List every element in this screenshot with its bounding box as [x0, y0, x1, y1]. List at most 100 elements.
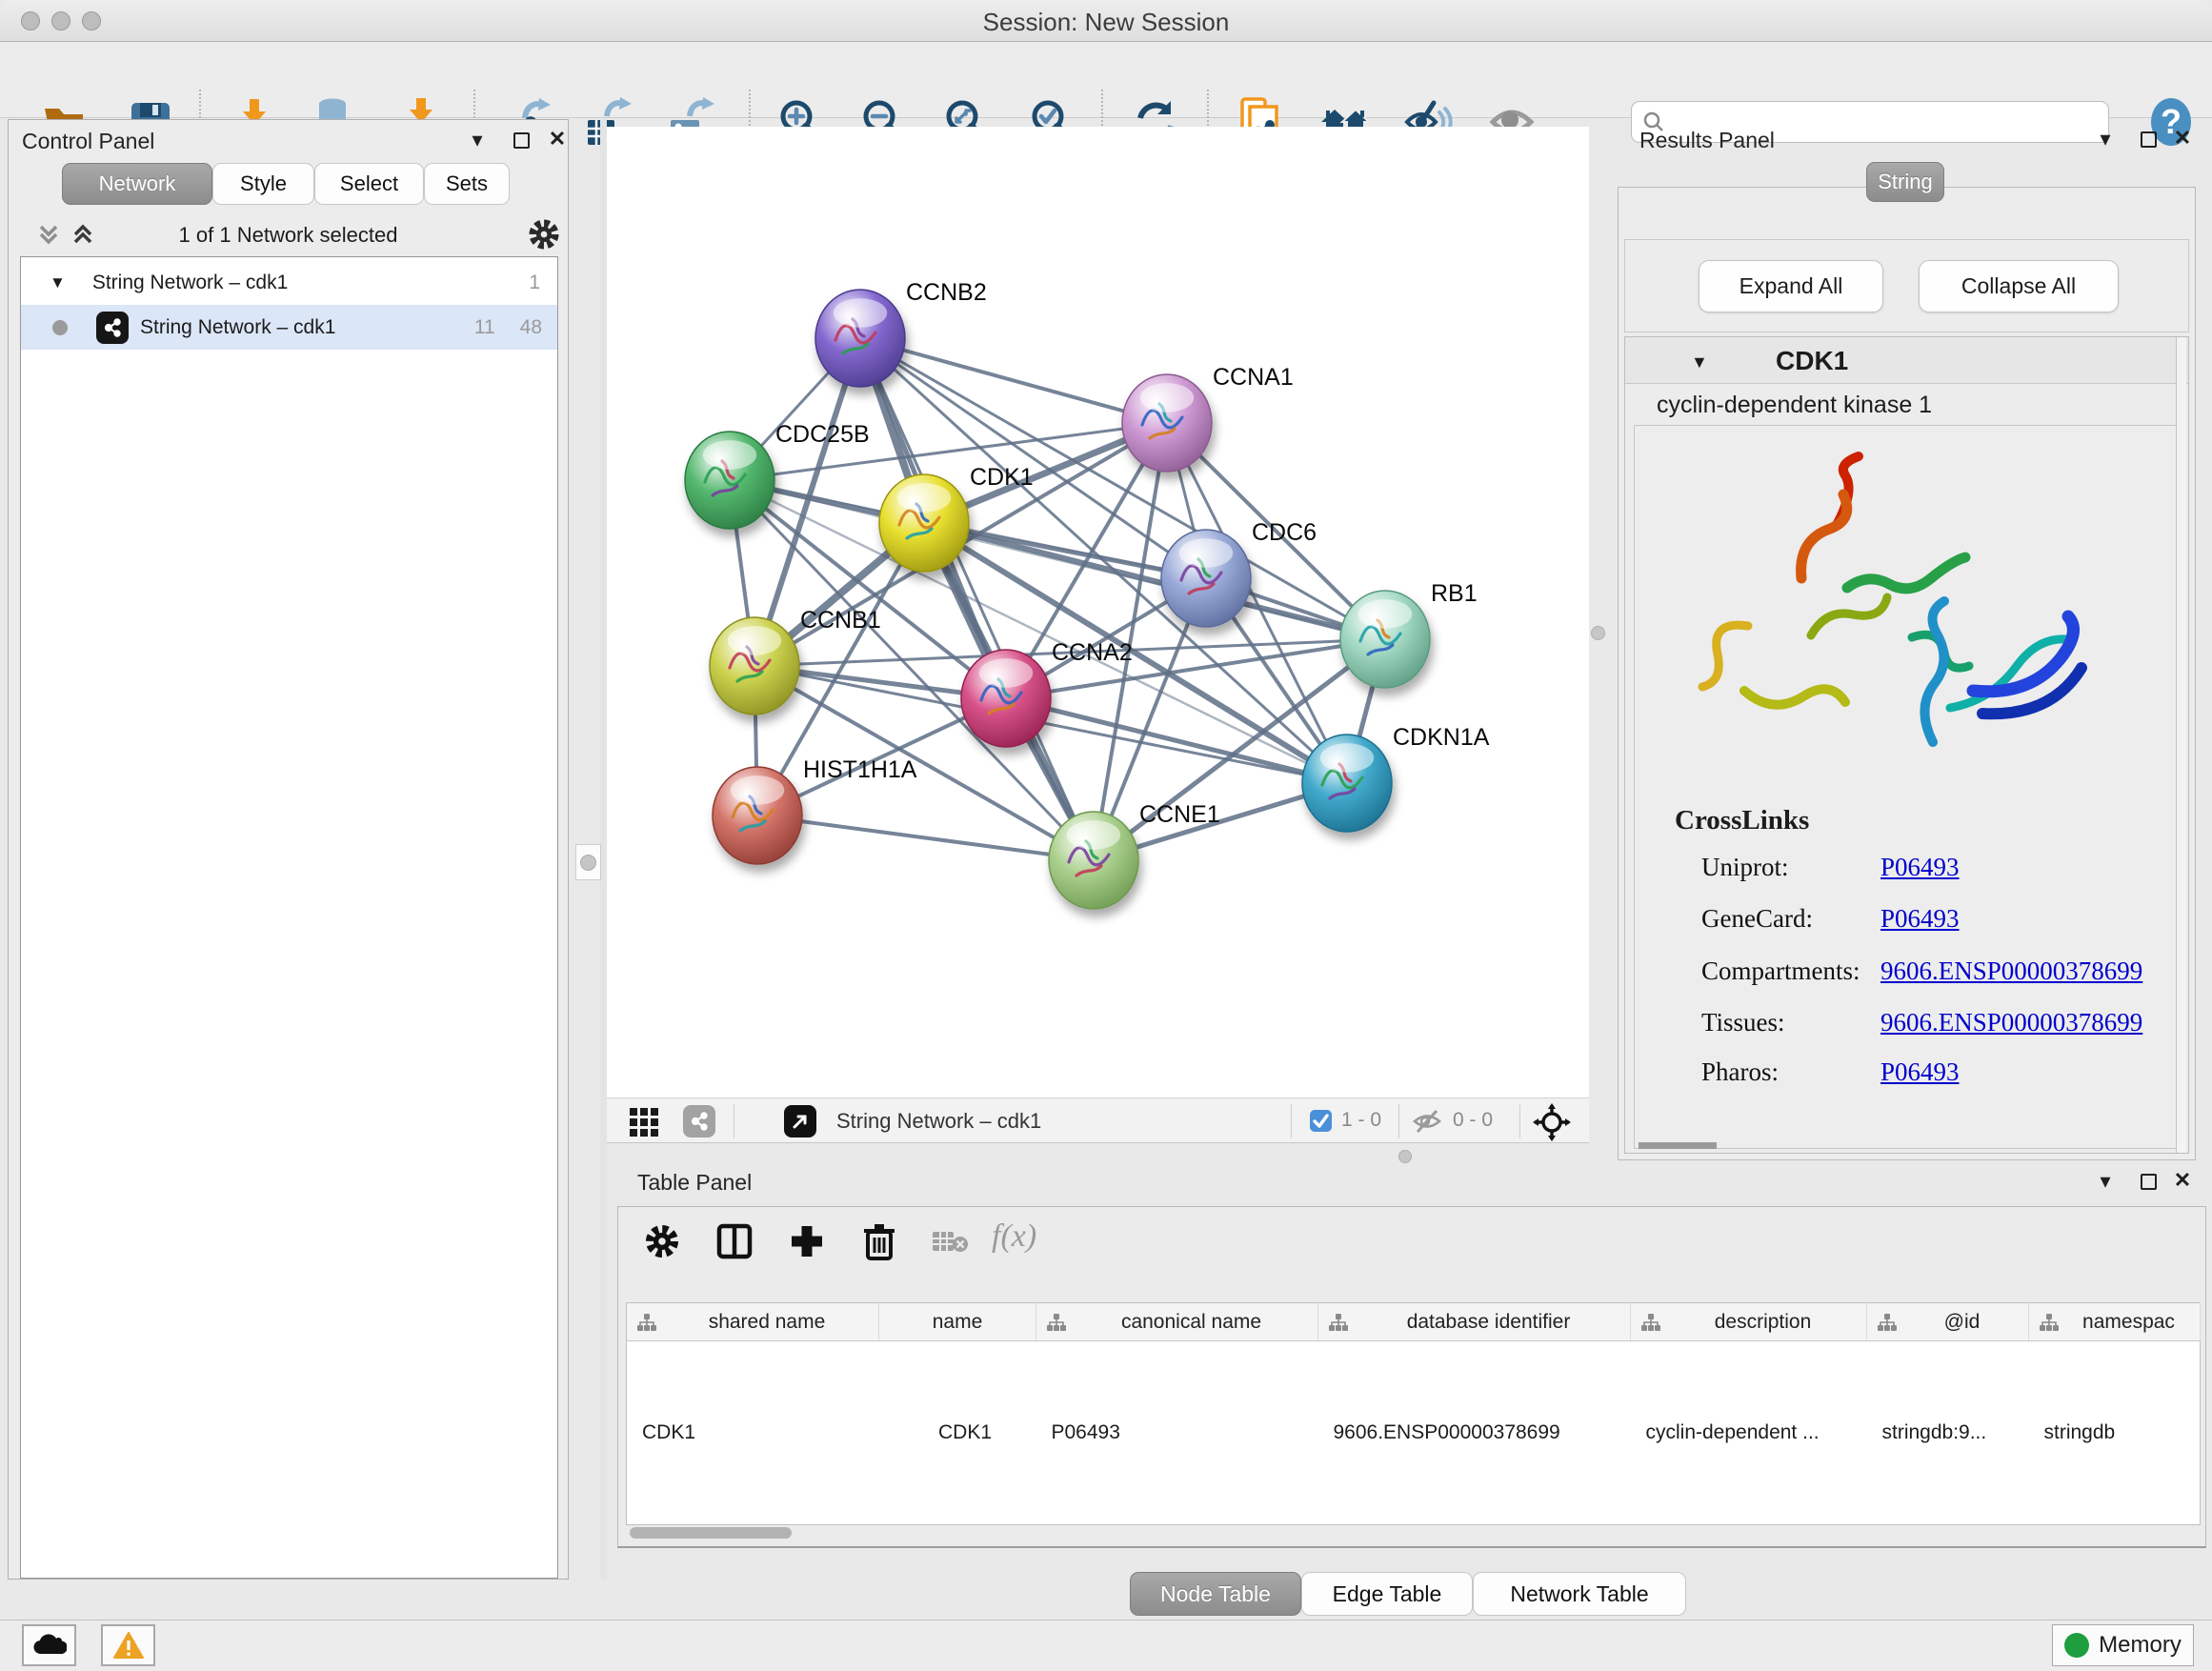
network-collection-row[interactable]: ▼ String Network – cdk1 1: [21, 260, 557, 305]
network-view-title: String Network – cdk1: [836, 1109, 1041, 1134]
network-label: String Network – cdk1: [140, 316, 335, 339]
node-table-data-row[interactable]: CDK1CDK1P064939606.ENSP00000378699cyclin…: [627, 1341, 2201, 1525]
column-header--id[interactable]: @id: [1867, 1303, 2029, 1341]
tab-sets[interactable]: Sets: [424, 163, 510, 205]
crosslink-label: Compartments:: [1701, 956, 1860, 986]
table-panel-close-button[interactable]: ✕: [2169, 1169, 2196, 1192]
column-header-canonical-name[interactable]: canonical name: [1036, 1303, 1318, 1341]
network-node-ccna1[interactable]: [1122, 374, 1212, 472]
warning-icon: [113, 1632, 144, 1659]
shared-column-icon: [1640, 1313, 1661, 1332]
crosslink-link[interactable]: 9606.ENSP00000378699: [1880, 956, 2142, 986]
node-label-ccna2: CCNA2: [1052, 639, 1133, 666]
network-node-ccna2[interactable]: [961, 650, 1051, 747]
table-hscrollbar-thumb[interactable]: [630, 1527, 792, 1539]
network-node-cdc25b[interactable]: [685, 432, 774, 529]
memory-button[interactable]: Memory: [2052, 1624, 2194, 1666]
column-header-namespac[interactable]: namespac: [2029, 1303, 2201, 1341]
network-node-rb1[interactable]: [1340, 591, 1430, 688]
collapse-all-button[interactable]: Collapse All: [1919, 260, 2119, 312]
collection-collapse-caret-icon[interactable]: ▼: [50, 273, 66, 292]
network-selection-summary: 1 of 1 Network selected: [9, 223, 568, 248]
expand-all-button[interactable]: Expand All: [1699, 260, 1883, 312]
table-panel-float-button[interactable]: [2135, 1172, 2162, 1195]
add-column-plus-icon[interactable]: [786, 1220, 828, 1262]
warnings-button[interactable]: [101, 1624, 155, 1666]
network-node-ccne1[interactable]: [1049, 812, 1138, 909]
table-cell[interactable]: CDK1: [627, 1341, 879, 1525]
selected-checkbox-icon[interactable]: [1309, 1109, 1333, 1138]
network-overview-share-icon[interactable]: [683, 1105, 715, 1137]
network-node-cdk1[interactable]: [879, 474, 969, 572]
tab-edge-table[interactable]: Edge Table: [1301, 1572, 1473, 1616]
gene-collapse-caret-icon[interactable]: ▼: [1691, 352, 1708, 372]
open-in-window-icon[interactable]: [784, 1105, 816, 1137]
table-cell[interactable]: 9606.ENSP00000378699: [1318, 1341, 1631, 1525]
results-panel-menu-caret-icon[interactable]: ▾: [2092, 128, 2119, 151]
cytoscape-window: { "window": { "title": "Session: New Ses…: [0, 0, 2212, 1671]
table-cell[interactable]: cyclin-dependent ...: [1631, 1341, 1867, 1525]
network-canvas[interactable]: CCNB2CCNA1CDC25BCDK1CDC6RB1CCNB1CCNA2CDK…: [607, 127, 1589, 1097]
panel-splitter[interactable]: [600, 119, 607, 1580]
results-panel-title: Results Panel: [1639, 128, 1775, 153]
network-node-hist1h1a[interactable]: [713, 767, 802, 864]
table-settings-gear-icon[interactable]: [641, 1220, 683, 1262]
control-panel-float-button[interactable]: [508, 131, 534, 153]
crosslink-link[interactable]: P06493: [1880, 1057, 1960, 1087]
table-cell[interactable]: stringdb: [2029, 1341, 2201, 1525]
footer-separator: [1291, 1104, 1292, 1138]
network-node-cdkn1a[interactable]: [1302, 735, 1392, 832]
table-panel-menu-caret-icon[interactable]: ▾: [2092, 1170, 2119, 1193]
control-panel-menu-caret-icon[interactable]: ▾: [464, 129, 491, 151]
crosslink-link[interactable]: P06493: [1880, 853, 1960, 882]
status-bar: Memory: [0, 1620, 2212, 1671]
delete-column-trash-icon[interactable]: [858, 1220, 900, 1262]
tab-node-table[interactable]: Node Table: [1130, 1572, 1301, 1616]
right-splitter-grip[interactable]: [1591, 626, 1605, 640]
node-label-cdk1: CDK1: [970, 464, 1034, 491]
network-node-ccnb2[interactable]: [815, 290, 905, 387]
node-table[interactable]: shared namenamecanonical namedatabase id…: [626, 1302, 2201, 1525]
control-panel-close-button[interactable]: ✕: [544, 128, 571, 151]
tab-network[interactable]: Network: [62, 163, 212, 205]
birds-eye-view-icon[interactable]: [628, 1106, 660, 1142]
crosslink-link[interactable]: 9606.ENSP00000378699: [1880, 1008, 2142, 1037]
table-cell[interactable]: CDK1: [879, 1341, 1036, 1525]
tab-style[interactable]: Style: [212, 163, 314, 205]
bottom-splitter-grip[interactable]: [1398, 1150, 1412, 1163]
crosslinks-title: CrossLinks: [1675, 805, 1809, 836]
network-node-ccnb1[interactable]: [710, 617, 799, 715]
column-header-name[interactable]: name: [879, 1303, 1036, 1341]
window-title: Session: New Session: [0, 8, 2212, 37]
pan-crosshair-icon[interactable]: [1533, 1103, 1571, 1147]
cloud-status-button[interactable]: [22, 1624, 76, 1666]
selected-count: 1 - 0: [1341, 1109, 1381, 1132]
column-header-shared-name[interactable]: shared name: [627, 1303, 879, 1341]
tab-select[interactable]: Select: [314, 163, 424, 205]
network-edge[interactable]: [757, 815, 1094, 860]
crosslink-link[interactable]: P06493: [1880, 904, 1960, 934]
gene-header[interactable]: ▼ CDK1: [1625, 337, 2188, 384]
network-node-cdc6[interactable]: [1161, 530, 1251, 627]
results-panel-float-button[interactable]: [2135, 130, 2162, 152]
expand-collapse-bar: Expand All Collapse All: [1624, 239, 2189, 332]
show-columns-icon[interactable]: [714, 1220, 755, 1262]
node-label-cdc25b: CDC25B: [775, 421, 870, 448]
left-splitter-grip[interactable]: [580, 855, 596, 871]
tab-string[interactable]: String: [1866, 162, 1944, 202]
node-table-header-row[interactable]: shared namenamecanonical namedatabase id…: [627, 1303, 2201, 1341]
table-cell[interactable]: P06493: [1036, 1341, 1318, 1525]
column-header-description[interactable]: description: [1631, 1303, 1867, 1341]
node-label-cdc6: CDC6: [1252, 519, 1317, 546]
results-scrollbar-track[interactable]: [2176, 337, 2186, 1153]
crosslinks-hscrollbar[interactable]: [1639, 1142, 1717, 1149]
column-header-database-identifier[interactable]: database identifier: [1318, 1303, 1631, 1341]
gene-detail-box: CrossLinks Uniprot:P06493GeneCard:P06493…: [1634, 425, 2182, 1149]
tab-network-table[interactable]: Network Table: [1473, 1572, 1686, 1616]
network-options-gear-icon[interactable]: [527, 217, 561, 257]
network-row-selected[interactable]: String Network – cdk1 11 48: [21, 305, 557, 350]
results-panel-close-button[interactable]: ✕: [2169, 127, 2196, 150]
control-panel: Control Panel ▾ ✕ Network Style Select S…: [8, 119, 569, 1580]
table-cell[interactable]: stringdb:9...: [1867, 1341, 2029, 1525]
string-network-graph[interactable]: CCNB2CCNA1CDC25BCDK1CDC6RB1CCNB1CCNA2CDK…: [607, 127, 1589, 1097]
